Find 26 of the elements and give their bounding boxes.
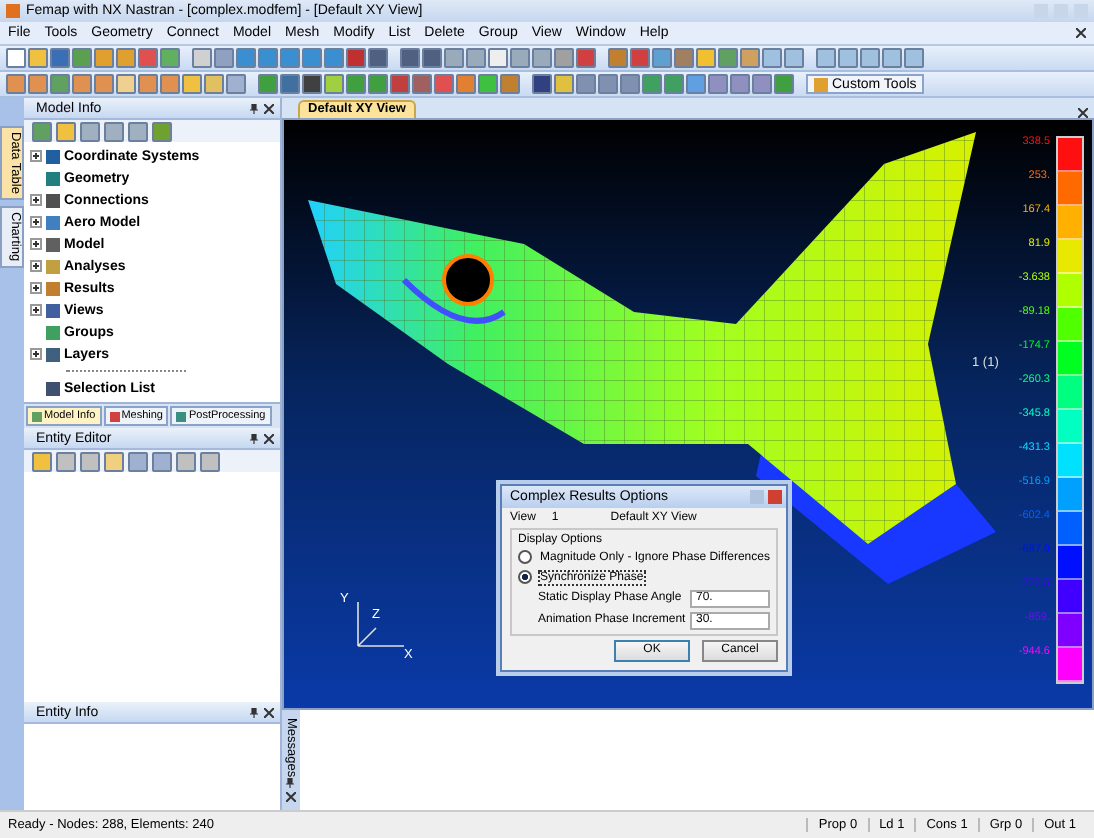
- tree-node-icon: [46, 171, 60, 185]
- expand-icon[interactable]: [30, 304, 42, 316]
- expand-icon[interactable]: [30, 348, 42, 360]
- tree-node-icon: [46, 237, 60, 251]
- close-document-icon[interactable]: [1076, 28, 1086, 38]
- pin-icon[interactable]: [286, 778, 294, 788]
- radio-button[interactable]: [518, 570, 532, 585]
- tree-node-icon: [46, 259, 60, 273]
- tree-node-icon: [46, 347, 60, 361]
- tree-node-icon: [46, 149, 60, 163]
- tree-node-icon: [46, 303, 60, 317]
- tree-node-icon: [46, 193, 60, 207]
- pin-icon[interactable]: [250, 433, 258, 443]
- tree-node-icon: [46, 325, 60, 339]
- expand-icon[interactable]: [30, 150, 42, 162]
- app-icon: [6, 4, 20, 18]
- radio-button[interactable]: [518, 550, 532, 565]
- tree-node-icon: [46, 281, 60, 295]
- expand-icon[interactable]: [30, 194, 42, 206]
- tree-node-icon: [46, 215, 60, 229]
- expand-icon[interactable]: [30, 260, 42, 272]
- expand-icon[interactable]: [30, 282, 42, 294]
- expand-icon[interactable]: [30, 216, 42, 228]
- pin-icon[interactable]: [250, 707, 258, 717]
- expand-icon[interactable]: [30, 238, 42, 250]
- pin-icon[interactable]: [250, 103, 258, 113]
